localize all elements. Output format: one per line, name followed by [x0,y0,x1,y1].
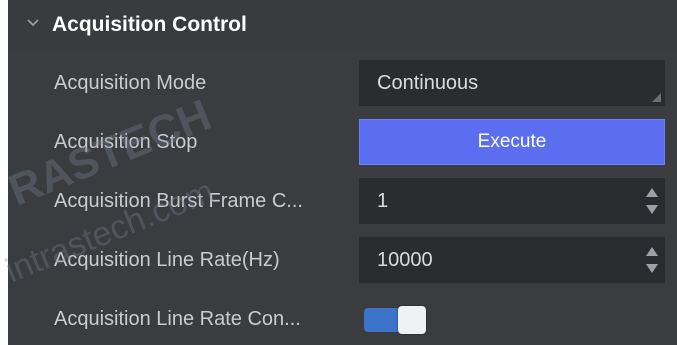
chevron-down-icon[interactable] [26,16,40,30]
dropdown-value: Continuous [377,72,479,94]
property-label: Acquisition Burst Frame C... [54,190,303,212]
spinbox-value: 1 [377,190,389,212]
property-label: Acquisition Line Rate Con... [54,308,301,330]
spin-up-icon[interactable] [646,188,658,197]
spin-buttons[interactable] [645,243,659,277]
spin-buttons[interactable] [645,184,659,218]
spin-down-icon[interactable] [646,205,658,214]
property-label: Acquisition Line Rate(Hz) [54,249,280,271]
section-header-acquisition-control[interactable]: Acquisition Control [8,0,677,50]
acquisition-mode-dropdown[interactable]: Continuous [359,60,665,106]
burst-frame-count-spinbox[interactable]: 1 [359,178,665,224]
spin-down-icon[interactable] [646,264,658,273]
section-title: Acquisition Control [52,13,247,36]
property-row-acquisition-stop: Acquisition Stop Execute [8,115,677,169]
property-row-acquisition-mode: Acquisition Mode Continuous [8,56,677,110]
property-row-acquisition-line-rate: Acquisition Line Rate(Hz) 10000 [8,233,677,287]
line-rate-control-toggle[interactable] [364,306,426,334]
property-panel: Acquisition Control Acquisition Mode Con… [8,0,677,345]
dropdown-corner-icon [652,93,661,102]
property-row-acquisition-line-rate-control: Acquisition Line Rate Con... [8,292,677,345]
property-row-acquisition-burst-frame-count: Acquisition Burst Frame C... 1 [8,174,677,228]
spinbox-value: 10000 [377,249,433,271]
toggle-knob[interactable] [398,306,426,334]
execute-button[interactable]: Execute [359,119,665,165]
property-label: Acquisition Mode [54,72,207,94]
spin-up-icon[interactable] [646,247,658,256]
line-rate-spinbox[interactable]: 10000 [359,237,665,283]
property-label: Acquisition Stop [54,131,198,153]
